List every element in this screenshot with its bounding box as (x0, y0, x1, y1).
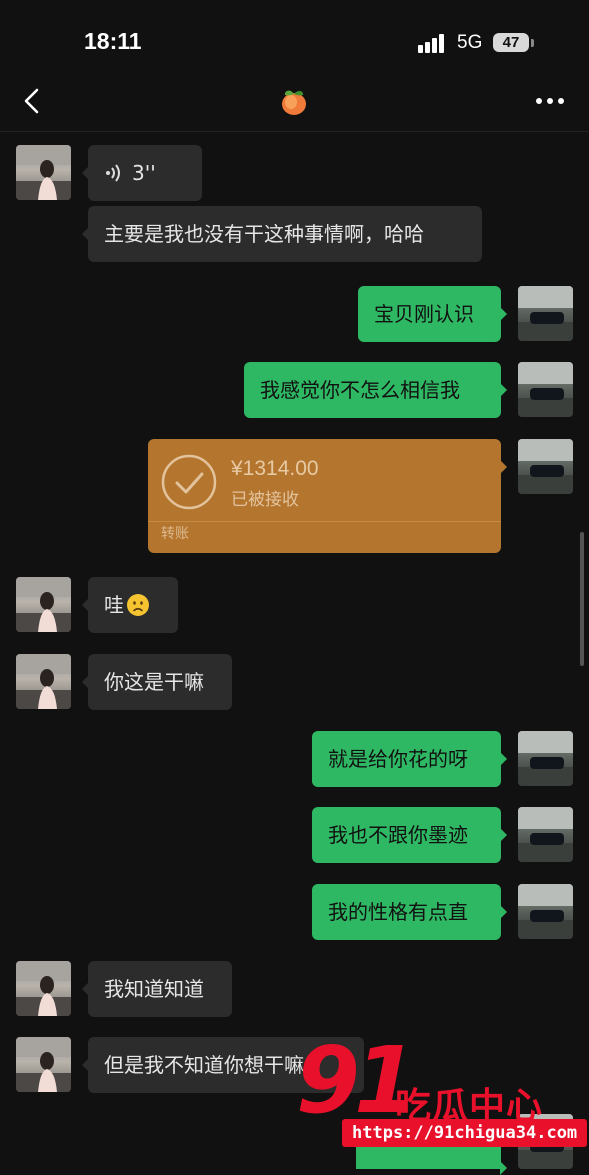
transfer-divider (148, 521, 501, 522)
transfer-card[interactable]: ¥1314.00 已被接收 转账 (148, 439, 507, 553)
message-bubble[interactable]: 我知道知道 (82, 961, 232, 1017)
contact-avatar[interactable] (16, 1037, 71, 1092)
transfer-label: 转账 (161, 526, 189, 542)
user-avatar[interactable] (518, 362, 573, 417)
worried-face-icon (127, 594, 149, 616)
voice-wave-icon (106, 164, 120, 182)
status-bar: 18:11 5G 47 (0, 0, 589, 80)
signal-icon (418, 33, 448, 53)
message-bubble[interactable]: 宝贝刚认识 (358, 286, 507, 342)
contact-avatar[interactable] (16, 961, 71, 1016)
network-type: 5G (457, 32, 483, 53)
user-avatar[interactable] (518, 884, 573, 939)
watermark: 91 吃瓜中心 https://91chigua34.com (288, 1027, 588, 1155)
peach-emoji-icon (282, 90, 306, 115)
message-text: 哇 (104, 593, 124, 617)
transfer-status: 已被接收 (231, 490, 299, 510)
check-circle-icon (161, 454, 217, 510)
message-bubble[interactable]: 就是给你花的呀 (312, 731, 507, 787)
user-avatar[interactable] (518, 807, 573, 862)
voice-duration: 3'' (132, 161, 156, 185)
battery-icon: 47 (493, 33, 529, 52)
user-avatar[interactable] (518, 286, 573, 341)
watermark-url: https://91chigua34.com (342, 1119, 588, 1147)
chevron-left-icon[interactable] (18, 86, 48, 116)
message-bubble[interactable]: 你这是干嘛 (82, 654, 232, 710)
battery-tip (531, 39, 534, 47)
scrollbar[interactable] (580, 532, 584, 666)
transfer-amount: ¥1314.00 (231, 457, 319, 480)
contact-avatar[interactable] (16, 577, 71, 632)
message-bubble[interactable]: 哇 (82, 577, 178, 633)
more-dots-icon[interactable] (536, 98, 564, 106)
message-bubble[interactable]: 我感觉你不怎么相信我 (244, 362, 507, 418)
contact-avatar[interactable] (16, 654, 71, 709)
message-bubble[interactable]: 主要是我也没有干这种事情啊，哈哈 (82, 206, 482, 262)
contact-avatar[interactable] (16, 145, 71, 200)
chat-header (0, 80, 589, 130)
user-avatar[interactable] (518, 731, 573, 786)
message-bubble[interactable]: 我也不跟你墨迹 (312, 807, 507, 863)
voice-message-bubble[interactable]: 3'' (82, 145, 202, 201)
header-divider (0, 131, 589, 132)
message-bubble[interactable]: 我的性格有点直 (312, 884, 507, 940)
status-time: 18:11 (84, 28, 142, 54)
user-avatar[interactable] (518, 439, 573, 494)
